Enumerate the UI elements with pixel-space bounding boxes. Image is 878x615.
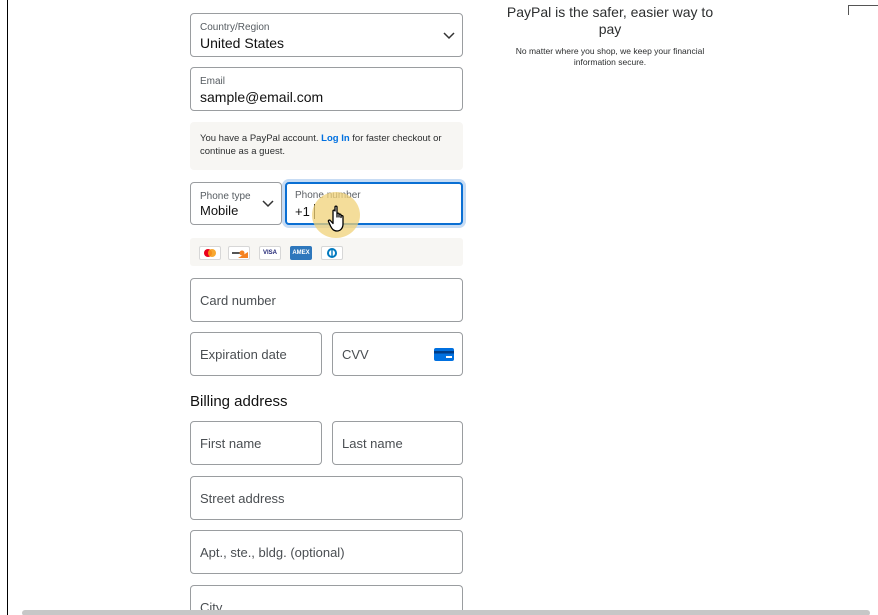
hand-pointer-icon bbox=[327, 205, 344, 232]
phone-type-select[interactable]: Phone type Mobile bbox=[190, 182, 282, 225]
country-label: Country/Region bbox=[200, 22, 270, 33]
expiration-date-input[interactable]: Expiration date bbox=[190, 332, 322, 376]
mastercard-icon bbox=[199, 246, 221, 260]
amex-icon: AMEX bbox=[290, 246, 312, 260]
apt-input[interactable]: Apt., ste., bldg. (optional) bbox=[190, 530, 463, 574]
discover-icon bbox=[228, 246, 250, 260]
email-label: Email bbox=[200, 76, 226, 87]
login-link[interactable]: Log In bbox=[321, 133, 350, 144]
last-name-input[interactable]: Last name bbox=[332, 421, 463, 465]
chevron-down-icon bbox=[443, 32, 455, 40]
phone-type-value: Mobile bbox=[200, 203, 239, 218]
billing-address-heading: Billing address bbox=[190, 393, 288, 410]
last-name-placeholder: Last name bbox=[342, 436, 403, 451]
amex-label: AMEX bbox=[292, 250, 310, 256]
frame-top-border bbox=[848, 5, 878, 6]
visa-icon: VISA bbox=[259, 246, 281, 260]
paypal-account-notice: You have a PayPal account. Log In for fa… bbox=[190, 122, 463, 170]
frame-right-border bbox=[848, 5, 849, 15]
phone-type-label: Phone type bbox=[200, 191, 251, 202]
chevron-down-icon bbox=[262, 200, 274, 208]
card-number-placeholder: Card number bbox=[200, 293, 276, 308]
promo-subtitle: No matter where you shop, we keep your f… bbox=[515, 46, 705, 67]
frame-left-border bbox=[7, 0, 8, 615]
country-select[interactable]: Country/Region United States bbox=[190, 13, 463, 57]
diners-icon bbox=[321, 246, 343, 260]
horizontal-scrollbar[interactable] bbox=[14, 607, 870, 615]
country-value: United States bbox=[200, 35, 285, 51]
expiration-placeholder: Expiration date bbox=[200, 347, 287, 362]
visa-label: VISA bbox=[262, 250, 277, 256]
card-number-input[interactable]: Card number bbox=[190, 278, 463, 322]
cvv-placeholder: CVV bbox=[342, 347, 369, 362]
email-field[interactable]: Email sample@email.com bbox=[190, 67, 463, 111]
email-value: sample@email.com bbox=[200, 89, 324, 105]
cvv-input[interactable]: CVV bbox=[332, 332, 463, 376]
notice-text-before: You have a PayPal account. bbox=[200, 133, 319, 144]
street-placeholder: Street address bbox=[200, 491, 285, 506]
scrollbar-thumb[interactable] bbox=[22, 610, 870, 615]
accepted-cards-strip: VISA AMEX bbox=[190, 238, 463, 266]
cvv-card-icon bbox=[434, 348, 454, 361]
first-name-placeholder: First name bbox=[200, 436, 262, 451]
promo-title: PayPal is the safer, easier way to pay bbox=[506, 4, 714, 37]
first-name-input[interactable]: First name bbox=[190, 421, 322, 465]
street-address-input[interactable]: Street address bbox=[190, 476, 463, 520]
apt-placeholder: Apt., ste., bldg. (optional) bbox=[200, 545, 345, 560]
phone-prefix: +1 bbox=[295, 204, 310, 219]
